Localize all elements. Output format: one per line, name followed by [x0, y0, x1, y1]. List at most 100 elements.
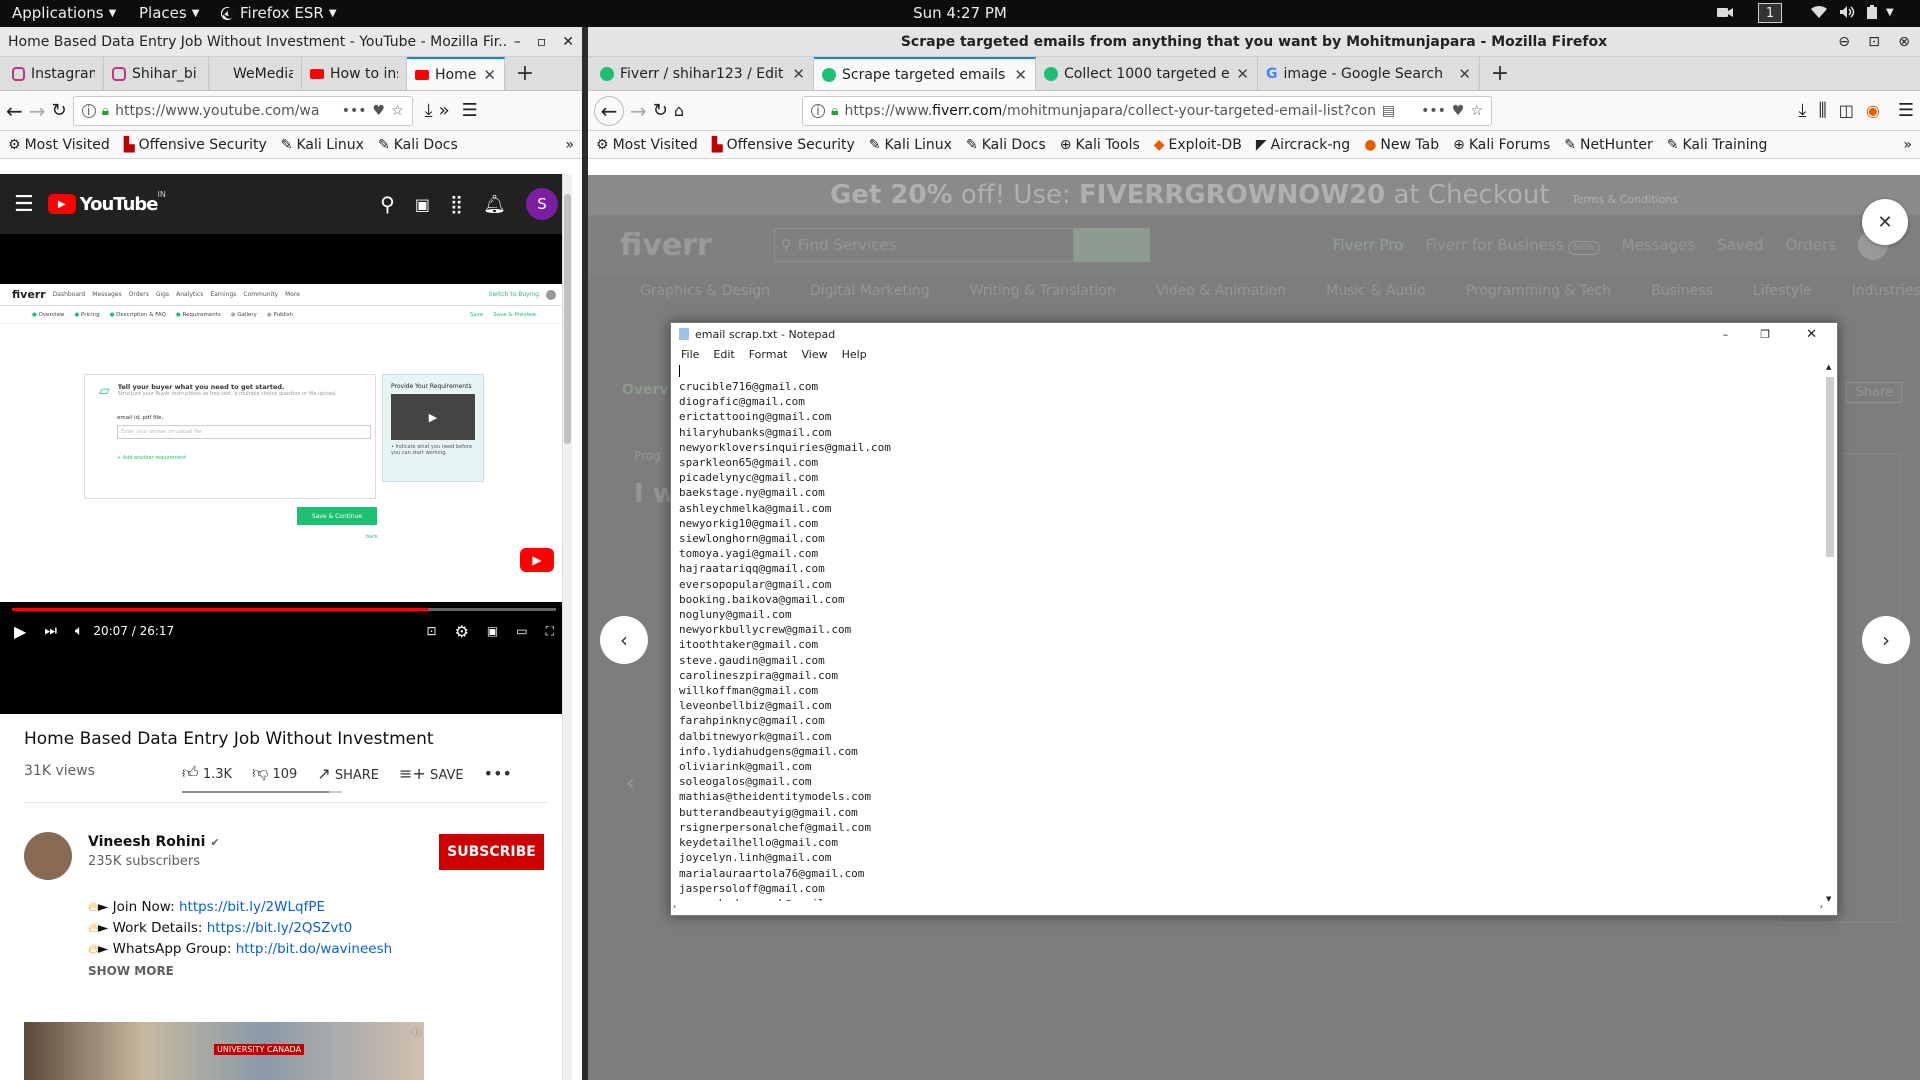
desc-link[interactable]: https://bit.ly/2QSZvt0 — [207, 920, 353, 936]
bookmark-new-tab[interactable]: ● New Tab — [1364, 137, 1439, 153]
download-icon[interactable]: ⤓ — [1799, 100, 1807, 121]
library-icon[interactable]: ⫼ — [1818, 100, 1826, 121]
video-player[interactable]: fiverr Dashboard Messages Orders Gigs An… — [0, 234, 568, 714]
wifi-icon[interactable] — [1810, 4, 1828, 20]
new-tab-button[interactable]: + — [505, 57, 545, 90]
bookmark-offensive-security[interactable]: ▙ Offensive Security — [712, 137, 855, 153]
maximize-icon[interactable]: ⊡ — [1868, 34, 1880, 50]
more-icon[interactable]: ••• — [342, 103, 367, 119]
create-video-icon[interactable]: ▣ — [415, 195, 430, 214]
tab-fiverr-edit[interactable]: Fiverr / shihar123 / Edit G ✕ — [592, 57, 814, 90]
back-icon[interactable]: ← — [6, 99, 23, 123]
overflow-chevron-icon[interactable]: » — [439, 100, 450, 121]
hamburger-menu-icon[interactable]: ☰ — [14, 192, 34, 217]
sidebar-icon[interactable]: ◫ — [1839, 101, 1854, 120]
desc-link[interactable]: http://bit.do/wavineesh — [236, 941, 392, 957]
recording-icon[interactable] — [1716, 4, 1734, 20]
workspace-indicator[interactable]: 1 — [1758, 3, 1782, 23]
close-icon[interactable]: ✕ — [1236, 65, 1249, 83]
desc-link[interactable]: https://bit.ly/2WLqfPE — [179, 899, 325, 915]
play-icon[interactable]: ▶ — [14, 622, 26, 641]
channel-avatar[interactable] — [24, 832, 72, 880]
close-icon[interactable]: ✕ — [792, 65, 805, 83]
avatar[interactable]: S — [526, 188, 558, 220]
bookmark-kali-training[interactable]: ✎ Kali Training — [1667, 137, 1768, 153]
forward-icon[interactable]: → — [29, 99, 46, 123]
minimize-icon[interactable]: ⊖ — [1838, 34, 1850, 50]
bookmark-most-visited[interactable]: ⚙︎ Most Visited — [596, 137, 698, 153]
tab-how-to[interactable]: How to ins — [302, 57, 407, 90]
reload-icon[interactable]: ↻ — [653, 100, 668, 121]
left-url-bar[interactable]: i 🔒︎ https://www.youtube.com/wa ••• ♥ ☆ — [72, 95, 413, 126]
more-icon[interactable]: ••• — [1421, 103, 1446, 119]
home-icon[interactable]: ⌂ — [674, 101, 684, 120]
like-button[interactable]: 👍︎ 1.3K — [182, 763, 232, 783]
tab-home-based[interactable]: Home B ✕ — [407, 57, 505, 90]
channel-name[interactable]: Vineesh Rohini ✔ — [88, 834, 220, 850]
overflow-chevron-icon[interactable]: » — [1903, 137, 1912, 153]
apps-grid-icon[interactable]: ⣿ — [450, 194, 463, 215]
close-icon[interactable]: ⊗ — [1898, 34, 1910, 50]
bookmark-kali-forums[interactable]: ⊕ Kali Forums — [1453, 137, 1550, 153]
bookmark-kali-tools[interactable]: ⊕ Kali Tools — [1060, 137, 1140, 153]
captions-icon[interactable]: ⊡ — [427, 624, 437, 638]
volume-icon[interactable] — [1838, 4, 1856, 20]
bookmark-offensive-security[interactable]: ▙ Offensive Security — [124, 137, 267, 153]
pocket-icon[interactable]: ♥ — [373, 103, 386, 119]
right-url-bar[interactable]: i 🔒︎ https://www.fiverr.com/mohitmunjapa… — [802, 95, 1493, 126]
more-actions-icon[interactable]: ••• — [484, 764, 512, 783]
next-icon[interactable]: ⏭ — [44, 623, 57, 639]
share-button[interactable]: ↗ SHARE — [317, 764, 379, 783]
places-menu[interactable]: Places ▼ — [139, 4, 199, 22]
tab-scrape-emails[interactable]: Scrape targeted emails fr ✕ — [814, 57, 1036, 90]
subscribe-button[interactable]: SUBSCRIBE — [439, 834, 544, 870]
bookmark-nethunter[interactable]: ✎ NetHunter — [1564, 137, 1652, 153]
tab-google-search[interactable]: G image - Google Search ✕ — [1258, 57, 1480, 90]
bookmark-kali-linux[interactable]: ✎ Kali Linux — [869, 137, 952, 153]
download-icon[interactable]: ⤓ — [425, 100, 433, 121]
pocket-icon[interactable]: ♥ — [1452, 103, 1465, 119]
show-more-button[interactable]: SHOW MORE — [88, 964, 174, 978]
ad-banner[interactable]: UNIVERSITY CANADA — [24, 1022, 424, 1080]
minimize-icon[interactable]: – — [514, 34, 521, 50]
bookmark-aircrack[interactable]: ◤ Aircrack-ng — [1256, 137, 1350, 153]
bookmark-most-visited[interactable]: ⚙︎ Most Visited — [8, 137, 110, 153]
gallery-prev-button[interactable]: ‹ — [600, 616, 648, 664]
theater-mode-icon[interactable]: ▭ — [516, 624, 527, 638]
tab-wemedia[interactable]: WeMedia — [209, 57, 302, 90]
hamburger-menu-icon[interactable]: ☰ — [462, 100, 478, 121]
ad-info-icon[interactable]: ⓘ — [412, 1024, 422, 1039]
tab-collect-emails[interactable]: Collect 1000 targeted em ✕ — [1036, 57, 1258, 90]
applications-menu[interactable]: Applications ▼ — [12, 4, 116, 22]
close-icon[interactable]: ✕ — [1458, 65, 1471, 83]
maximize-icon[interactable]: ▫ — [537, 34, 547, 50]
close-icon[interactable]: ✕ — [562, 34, 574, 50]
reader-view-icon[interactable]: ▤ — [1382, 103, 1395, 119]
youtube-watermark-icon[interactable]: ▶ — [520, 548, 554, 572]
reload-icon[interactable]: ↻ — [52, 100, 67, 121]
gallery-close-button[interactable]: ✕ — [1862, 199, 1908, 245]
gallery-next-button[interactable]: › — [1862, 616, 1910, 664]
back-icon[interactable]: ← — [594, 95, 624, 126]
power-icon[interactable]: ▼ — [1864, 4, 1894, 20]
star-icon[interactable]: ☆ — [391, 103, 404, 119]
mute-icon[interactable]: 🔈︎ — [75, 623, 83, 639]
active-app-menu[interactable]: Firefox ESR ▼ — [220, 4, 337, 22]
hamburger-menu-icon[interactable]: ☰ — [1898, 100, 1914, 121]
save-button[interactable]: ≡+ SAVE — [399, 764, 464, 783]
forward-icon[interactable]: → — [630, 99, 647, 123]
extension-icon[interactable]: ◉ — [1866, 101, 1880, 120]
fullscreen-icon[interactable]: ⛶ — [546, 624, 554, 639]
bookmark-kali-linux[interactable]: ✎ Kali Linux — [281, 137, 364, 153]
star-icon[interactable]: ☆ — [1470, 103, 1483, 119]
youtube-logo-icon[interactable]: ▶ — [47, 194, 76, 214]
close-icon[interactable]: ✕ — [483, 66, 496, 84]
dislike-button[interactable]: 👎︎ 109 — [252, 763, 297, 783]
bookmark-exploit-db[interactable]: ◆ Exploit-DB — [1154, 137, 1242, 153]
notifications-bell-icon[interactable]: 🔔︎ — [483, 194, 506, 215]
overflow-chevron-icon[interactable]: » — [565, 137, 574, 153]
tab-instagram[interactable]: Instagram — [4, 57, 104, 90]
bookmark-kali-docs[interactable]: ✎ Kali Docs — [378, 137, 458, 153]
close-icon[interactable]: ✕ — [1014, 66, 1027, 84]
settings-gear-icon[interactable]: ⚙︎ — [455, 622, 469, 641]
